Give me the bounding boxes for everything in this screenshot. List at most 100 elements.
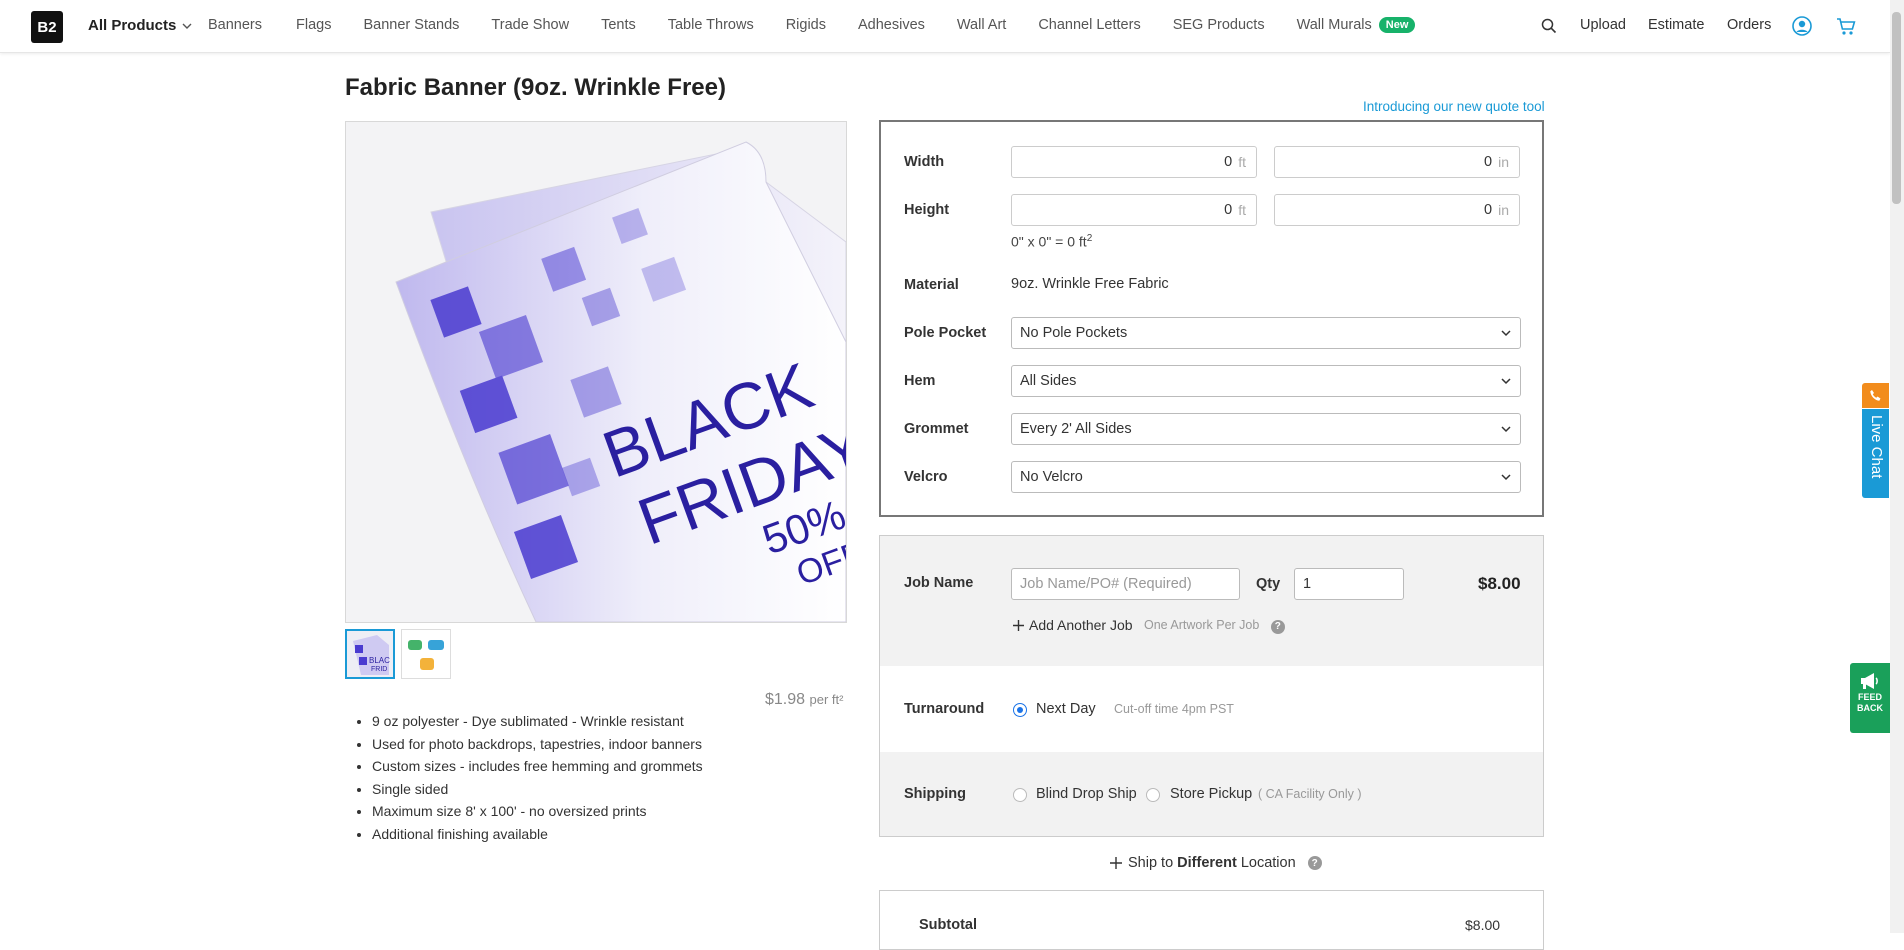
grommet-select[interactable]: Every 2' All Sides	[1011, 413, 1521, 445]
blind-drop-ship-radio[interactable]	[1013, 788, 1027, 802]
width-label: Width	[904, 154, 945, 170]
svg-text:BLAC: BLAC	[369, 656, 390, 665]
account-icon[interactable]	[1792, 16, 1812, 36]
nav-item-seg-products[interactable]: SEG Products	[1173, 17, 1265, 33]
thumbnail-1[interactable]: BLAC FRID	[345, 629, 395, 679]
hem-select[interactable]: All Sides	[1011, 365, 1521, 397]
qty-label: Qty	[1256, 576, 1281, 592]
product-image: BLACK FRIDAY 50% OFF	[345, 121, 847, 623]
ship-to-different-location-button[interactable]: Ship to Different Location ?	[1110, 855, 1322, 871]
pole-pocket-value: No Pole Pockets	[1020, 325, 1128, 341]
price-per-sqft: $1.98 per ft²	[765, 691, 843, 709]
live-chat-label: Live Chat	[1868, 415, 1885, 479]
chevron-down-icon	[182, 23, 192, 29]
all-products-menu[interactable]: All Products	[88, 17, 192, 34]
new-quote-tool-link[interactable]: Introducing our new quote tool	[1363, 99, 1545, 114]
search-icon[interactable]	[1541, 18, 1557, 34]
banner-illustration: BLACK FRIDAY 50% OFF	[346, 122, 846, 622]
chevron-down-icon	[1501, 378, 1511, 385]
height-in-value: 0	[1484, 202, 1493, 218]
feature-item: Custom sizes - includes free hemming and…	[372, 755, 703, 778]
feedback-line1: FEED	[1857, 692, 1882, 702]
unit-ft: ft	[1238, 202, 1246, 218]
nav-item-tents[interactable]: Tents	[601, 17, 636, 33]
svg-text:FRID: FRID	[371, 666, 387, 673]
nav-item-rigids[interactable]: Rigids	[786, 17, 826, 33]
qty-value: 1	[1303, 576, 1312, 592]
add-job-hint-text: One Artwork Per Job	[1144, 618, 1260, 632]
job-name-input[interactable]: Job Name/PO# (Required)	[1011, 568, 1240, 600]
new-badge: New	[1378, 17, 1416, 33]
nav-item-trade-show[interactable]: Trade Show	[491, 17, 569, 33]
width-ft-input[interactable]: 0 ft	[1011, 146, 1257, 178]
scrollbar-thumb[interactable]	[1892, 12, 1901, 204]
feedback-label: FEED BACK	[1850, 692, 1890, 714]
material-value: 9oz. Wrinkle Free Fabric	[1011, 276, 1169, 292]
estimate-link[interactable]: Estimate	[1648, 17, 1704, 33]
height-ft-input[interactable]: 0 ft	[1011, 194, 1257, 226]
chevron-down-icon	[1501, 474, 1511, 481]
nav-item-wall-art[interactable]: Wall Art	[957, 17, 1006, 33]
height-label: Height	[904, 202, 950, 218]
nav-item-adhesives[interactable]: Adhesives	[858, 17, 925, 33]
hem-value: All Sides	[1020, 373, 1077, 389]
grommet-value: Every 2' All Sides	[1020, 421, 1132, 437]
live-chat-widget[interactable]: Live Chat	[1862, 383, 1889, 498]
feature-item: Used for photo backdrops, tapestries, in…	[372, 733, 703, 756]
area-text: 0" x 0" = 0 ft	[1011, 233, 1087, 250]
feature-item: Single sided	[372, 778, 703, 801]
nav-item-table-throws[interactable]: Table Throws	[668, 17, 754, 33]
velcro-value: No Velcro	[1020, 469, 1083, 485]
unit-in: in	[1498, 202, 1509, 218]
nav-categories: Banners Flags Banner Stands Trade Show T…	[208, 17, 1416, 33]
feature-item: 9 oz polyester - Dye sublimated - Wrinkl…	[372, 710, 703, 733]
width-ft-value: 0	[1224, 154, 1233, 170]
width-in-input[interactable]: 0 in	[1274, 146, 1520, 178]
velcro-select[interactable]: No Velcro	[1011, 461, 1521, 493]
store-pickup-radio[interactable]	[1146, 788, 1160, 802]
thumbnail-2[interactable]	[401, 629, 451, 679]
chevron-down-icon	[1501, 426, 1511, 433]
pole-pocket-label: Pole Pocket	[904, 325, 987, 341]
feedback-widget[interactable]: FEED BACK	[1850, 663, 1890, 733]
material-label: Material	[904, 277, 959, 293]
nav-item-banners[interactable]: Banners	[208, 17, 262, 33]
nav-item-flags[interactable]: Flags	[296, 17, 331, 33]
job-name-label: Job Name	[904, 575, 974, 591]
help-icon[interactable]: ?	[1270, 619, 1285, 634]
pole-pocket-select[interactable]: No Pole Pockets	[1011, 317, 1521, 349]
upload-link[interactable]: Upload	[1580, 17, 1626, 33]
store-pickup-hint: ( CA Facility Only )	[1258, 787, 1362, 801]
logo[interactable]: B2	[31, 11, 63, 43]
nav-item-banner-stands[interactable]: Banner Stands	[363, 17, 459, 33]
plus-icon	[1110, 857, 1122, 869]
feature-list: 9 oz polyester - Dye sublimated - Wrinkl…	[352, 710, 703, 845]
width-in-value: 0	[1484, 154, 1493, 170]
orders-link[interactable]: Orders	[1727, 17, 1771, 33]
unit-in: in	[1498, 154, 1509, 170]
blind-drop-ship-option[interactable]: Blind Drop Ship	[1036, 786, 1137, 802]
phone-icon	[1862, 383, 1889, 408]
job-price: $8.00	[1478, 574, 1521, 593]
turnaround-hint: Cut-off time 4pm PST	[1114, 702, 1234, 716]
turnaround-next-day-radio[interactable]	[1013, 703, 1027, 717]
hem-label: Hem	[904, 373, 936, 389]
help-icon[interactable]: ?	[1307, 856, 1322, 870]
page-title: Fabric Banner (9oz. Wrinkle Free)	[345, 74, 726, 101]
subtotal-value: $8.00	[1465, 917, 1501, 933]
turnaround-option[interactable]: Next Day	[1036, 701, 1096, 717]
qty-input[interactable]: 1	[1294, 568, 1404, 600]
cart-icon[interactable]	[1836, 17, 1856, 36]
feature-item: Maximum size 8' x 100' - no oversized pr…	[372, 800, 703, 823]
height-in-input[interactable]: 0 in	[1274, 194, 1520, 226]
store-pickup-option[interactable]: Store Pickup	[1170, 786, 1252, 802]
add-another-job-button[interactable]: Add Another Job	[1013, 617, 1133, 633]
add-job-hint: One Artwork Per Job ?	[1144, 618, 1285, 634]
ship-diff-prefix: Ship to	[1128, 855, 1178, 871]
ship-diff-bold: Different	[1177, 855, 1237, 871]
plus-icon	[1013, 619, 1024, 631]
nav-item-wall-murals[interactable]: Wall Murals	[1297, 17, 1372, 33]
nav-item-channel-letters[interactable]: Channel Letters	[1038, 17, 1140, 33]
price-per-unit: per ft²	[809, 692, 844, 707]
feedback-line2: BACK	[1857, 703, 1883, 713]
